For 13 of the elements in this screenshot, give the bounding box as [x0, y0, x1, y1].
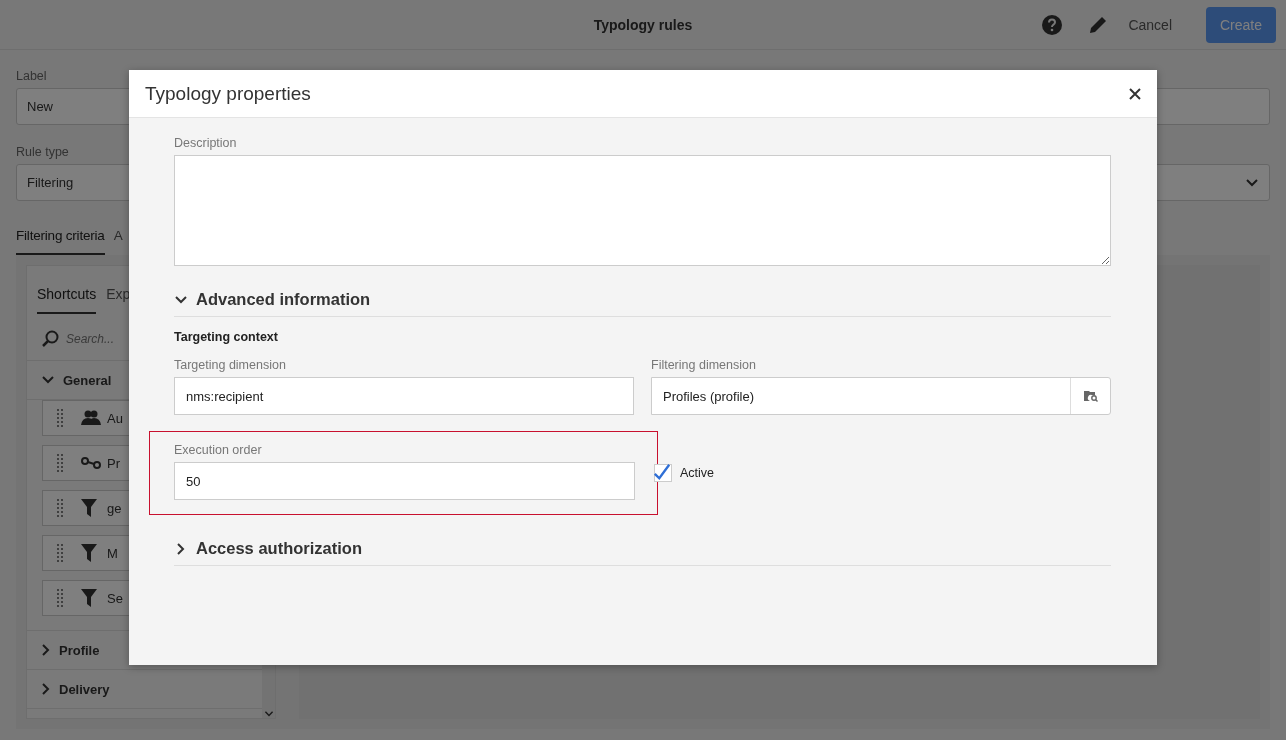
field-value: New	[27, 99, 53, 114]
page-title: Typology rules	[593, 16, 693, 33]
field-value: Filtering	[27, 175, 74, 190]
field-label: Targeting dimension	[174, 358, 287, 372]
dialog-title: Typology properties	[145, 82, 311, 105]
checkbox-label: Active	[680, 466, 715, 480]
field-label: Filtering dimension	[651, 358, 757, 372]
field-label: Description	[174, 136, 238, 150]
field-label: Label	[16, 69, 47, 83]
subsection-title: Targeting context	[174, 330, 279, 344]
field-label: Execution order	[174, 443, 263, 457]
field-value: Profiles (profile)	[662, 387, 756, 406]
field-label: Rule type	[16, 145, 69, 159]
